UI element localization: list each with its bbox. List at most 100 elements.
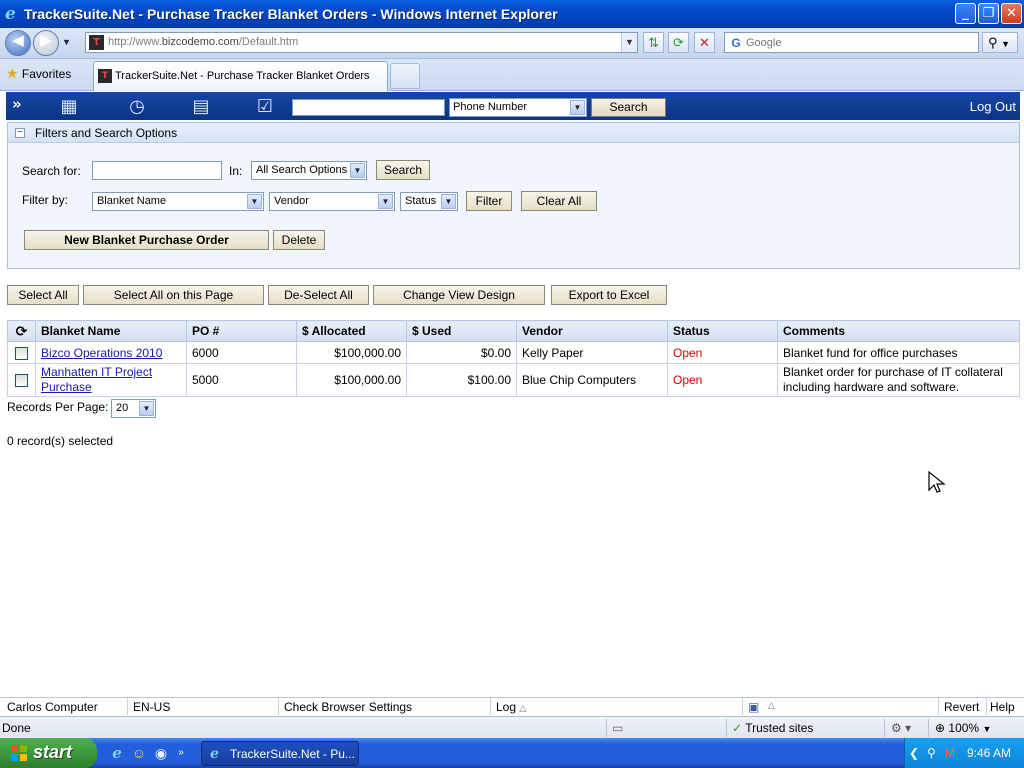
close-button[interactable]: ✕ [1001,3,1022,24]
search-button[interactable]: Search [376,160,430,180]
search-for-input[interactable] [92,161,222,180]
change-view-design-button[interactable]: Change View Design [373,285,545,305]
mouse-cursor-icon [928,471,946,493]
filter-name-select[interactable]: Blanket Name ▼ [92,192,264,211]
start-button[interactable]: start [0,738,97,768]
table-row: Manhatten IT Project Purchase 5000 $100,… [7,363,1020,397]
search-in-select[interactable]: All Search Options ▼ [251,161,367,180]
export-excel-button[interactable]: Export to Excel [551,285,667,305]
monitor-icon[interactable]: ▣ [748,700,759,714]
compatibility-view-icon[interactable]: ⇅ [643,32,664,53]
clear-all-button[interactable]: Clear All [521,191,597,211]
select-page-button[interactable]: Select All on this Page [83,285,264,305]
filters-header[interactable]: − Filters and Search Options [8,123,1019,143]
refresh-column-header[interactable]: ⟳ [7,320,36,342]
filter-button[interactable]: Filter [466,191,512,211]
address-dropdown-icon[interactable]: ▼ [621,33,637,52]
blanket-name-link[interactable]: Bizco Operations 2010 [41,346,162,360]
zoom-control[interactable]: ⊕ 100% ▼ [935,721,991,735]
row-select-cell [7,341,36,364]
allocated-cell: $100,000.00 [296,363,407,397]
allocated-cell: $100,000.00 [296,341,407,364]
quick-search-button[interactable]: Search [591,98,666,117]
column-header-blanket-name[interactable]: Blanket Name [35,320,187,342]
used-cell: $100.00 [406,363,517,397]
revert-link[interactable]: Revert [944,700,979,714]
quicklaunch-ie-icon[interactable]: e [108,744,126,762]
system-tray: ❮ ⚲ M 9:46 AM [904,738,1024,768]
chevron-down-icon: ▼ [378,194,393,209]
page-icon: ▭ [612,721,624,735]
back-button[interactable]: ◀ [5,30,31,56]
log-toggle[interactable]: Log △ [496,700,526,714]
taskbar-item-ie[interactable]: e TrackerSuite.Net - Pu... [201,741,359,766]
row-checkbox[interactable] [15,374,28,388]
projects-icon[interactable]: ▦ [56,93,82,119]
status-divider [928,719,929,737]
filter-status-value: Status [405,195,437,207]
column-header-po[interactable]: PO # [186,320,297,342]
tray-expand-icon[interactable]: ❮ [909,746,919,760]
window-title: TrackerSuite.Net - Purchase Tracker Blan… [24,6,558,22]
refresh-icon[interactable]: ⟳ [668,32,689,53]
comments-cell: Blanket order for purchase of IT collate… [777,363,1020,397]
restore-button[interactable]: ❐ [978,3,999,24]
quicklaunch-messenger-icon[interactable]: ☺ [130,744,148,762]
folders-icon[interactable]: ▤ [188,93,214,119]
app-toolbar: » ▦ ◷ ▤ ☑ Phone Number ▼ Search Log Out [6,92,1020,120]
check-browser-settings-link[interactable]: Check Browser Settings [284,700,412,714]
quicklaunch-more-icon[interactable]: » [172,744,190,762]
records-per-page-select[interactable]: 20 ▼ [111,399,156,418]
column-header-comments[interactable]: Comments [777,320,1020,342]
forward-button[interactable]: ▶ [33,30,59,56]
expand-chevron-icon[interactable]: » [12,95,22,113]
footer-divider [986,698,987,715]
taskbar-item-label: TrackerSuite.Net - Pu... [230,747,355,761]
ie-taskbar-icon: e [210,746,219,762]
tray-search-icon[interactable]: ⚲ [927,746,936,760]
filter-status-select[interactable]: Status ▼ [400,192,458,211]
filter-vendor-select[interactable]: Vendor ▼ [269,192,395,211]
blanket-name-cell: Bizco Operations 2010 [35,341,187,364]
recent-pages-dropdown-icon[interactable]: ▼ [62,37,71,47]
refresh-icon[interactable]: ⟳ [16,323,28,339]
search-box[interactable]: G [724,32,979,53]
tray-mail-icon[interactable]: M [945,746,955,760]
checkmark-icon: ✓ [732,721,743,735]
clock-icon[interactable]: ◷ [124,93,150,119]
chevron-down-icon: ▼ [350,163,365,178]
logout-link[interactable]: Log Out [970,99,1016,114]
tab-favicon-icon: T [98,69,112,83]
security-zone[interactable]: ✓ Trusted sites [732,721,813,735]
chevron-up-icon[interactable]: △ [768,700,775,711]
collapse-icon[interactable]: − [15,128,25,138]
stop-icon[interactable]: ✕ [694,32,715,53]
column-header-used[interactable]: $ Used [406,320,517,342]
search-go-button[interactable]: ⚲ ▼ [982,32,1018,53]
new-blanket-po-button[interactable]: New Blanket Purchase Order [24,230,269,250]
address-bar-row: ◀ ▶ ▼ T http://www.bizcodemo.com/Default… [0,28,1024,59]
search-input[interactable] [746,35,974,50]
favorites-button[interactable]: ★ Favorites [6,65,71,82]
column-header-vendor[interactable]: Vendor [516,320,668,342]
new-tab-button[interactable] [390,63,420,89]
protected-mode-icon[interactable]: ⚙ ▾ [891,721,911,735]
delete-button[interactable]: Delete [273,230,325,250]
deselect-all-button[interactable]: De-Select All [268,285,369,305]
browser-tab-active[interactable]: T TrackerSuite.Net - Purchase Tracker Bl… [93,61,388,91]
quicklaunch-media-icon[interactable]: ◉ [152,744,170,762]
blanket-name-link[interactable]: Manhatten IT Project Purchase [41,365,152,394]
column-header-allocated[interactable]: $ Allocated [296,320,407,342]
ie-logo-icon: e [5,4,16,24]
help-link[interactable]: Help [990,700,1015,714]
minimize-button[interactable]: _ [955,3,976,24]
column-header-status[interactable]: Status [667,320,778,342]
checklist-icon[interactable]: ☑ [252,93,278,119]
select-all-button[interactable]: Select All [7,285,79,305]
address-field[interactable]: T http://www.bizcodemo.com/Default.htm ▼ [85,32,638,53]
row-checkbox[interactable] [15,346,28,360]
search-options-dropdown-icon[interactable]: ▼ [1001,39,1010,49]
quick-search-field-select[interactable]: Phone Number ▼ [449,98,587,117]
chevron-down-icon: ▼ [570,100,585,115]
quick-search-input[interactable] [292,99,445,116]
